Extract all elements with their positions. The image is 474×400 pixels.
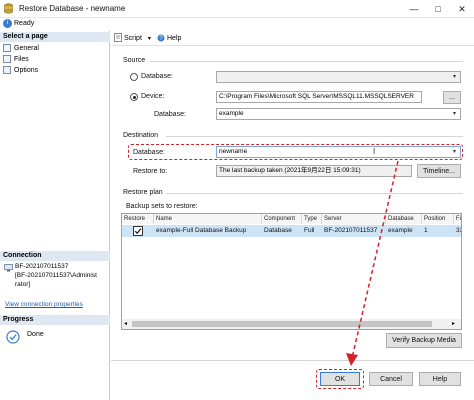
annotation-arrow [346, 160, 399, 366]
